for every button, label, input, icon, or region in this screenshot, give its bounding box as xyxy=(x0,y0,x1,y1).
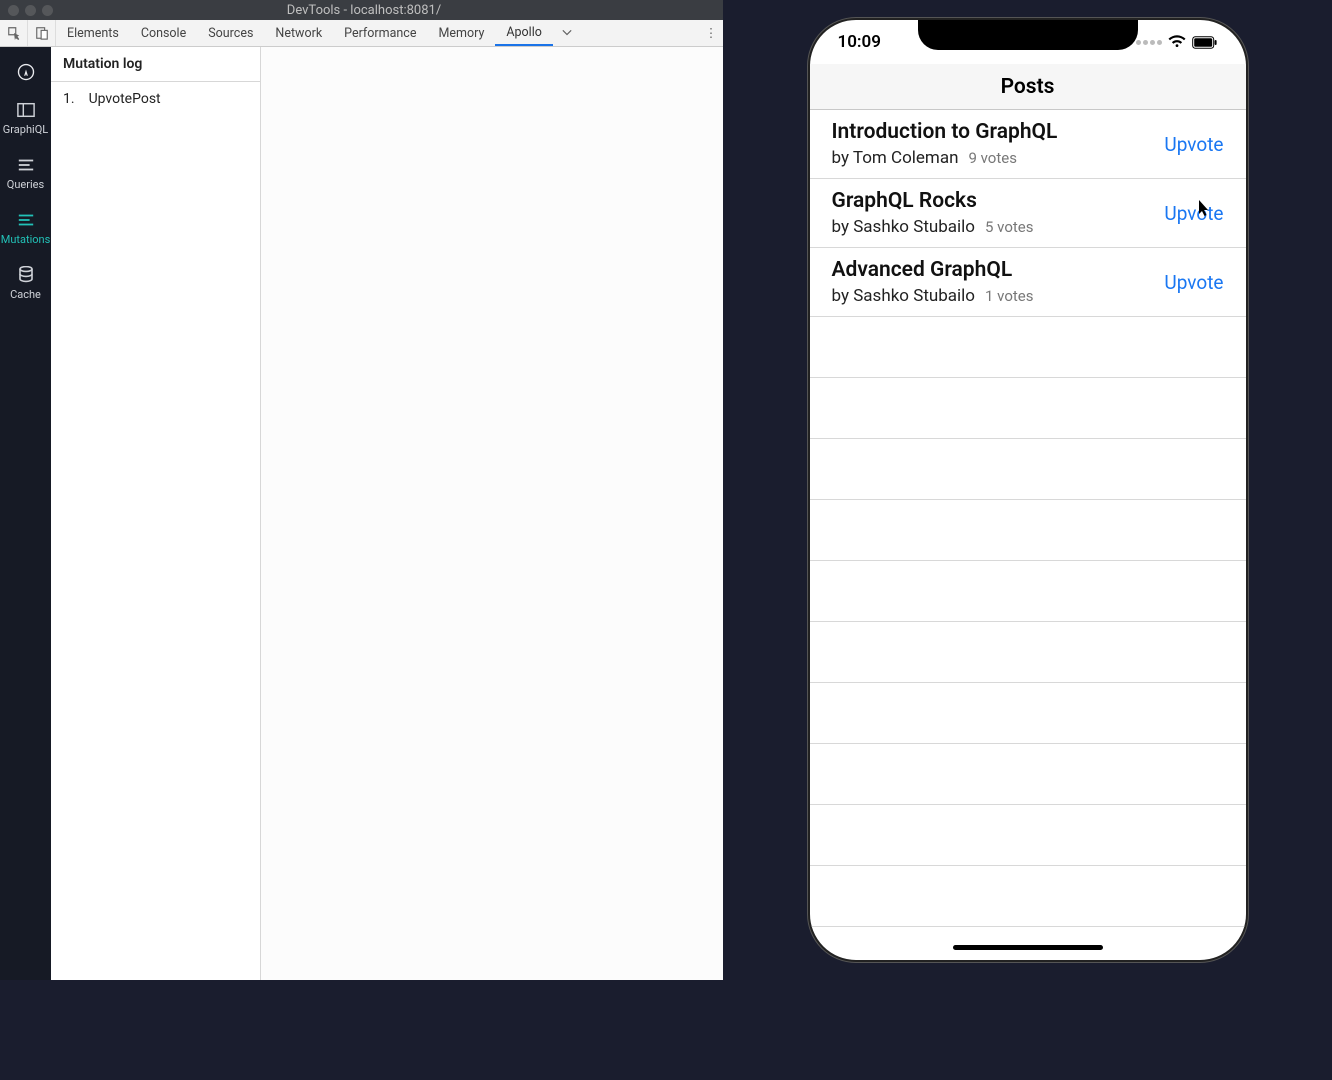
database-icon xyxy=(16,266,36,284)
empty-row xyxy=(810,378,1246,439)
post-subline: by Sashko Stubailo 5 votes xyxy=(832,217,1034,237)
tab-elements[interactable]: Elements xyxy=(56,20,130,46)
post-votes: 5 votes xyxy=(985,218,1033,236)
kebab-menu-icon[interactable]: ⋮ xyxy=(699,20,723,46)
post-votes: 9 votes xyxy=(968,149,1016,167)
phone-frame: 10:09 Posts Introduction to GraphQLby To xyxy=(808,18,1248,962)
signal-icon xyxy=(1136,40,1162,45)
post-title: GraphQL Rocks xyxy=(832,189,1034,213)
devtools-window: DevTools - localhost:8081/ Elements Cons… xyxy=(0,0,723,980)
simulator-area: 10:09 Posts Introduction to GraphQLby To xyxy=(723,0,1332,1080)
tabs-overflow-icon[interactable] xyxy=(553,20,581,46)
post-votes: 1 votes xyxy=(985,287,1033,305)
post-author: by Sashko Stubailo xyxy=(832,217,976,237)
post-subline: by Sashko Stubailo 1 votes xyxy=(832,286,1034,306)
traffic-lights[interactable] xyxy=(8,5,53,16)
tab-memory[interactable]: Memory xyxy=(427,20,495,46)
mutation-log-list: Mutation log 1. UpvotePost xyxy=(51,47,261,980)
status-time: 10:09 xyxy=(838,32,881,52)
empty-row xyxy=(810,622,1246,683)
sidebar-label: Queries xyxy=(7,178,44,191)
mutation-detail-pane xyxy=(261,47,723,980)
empty-row xyxy=(810,561,1246,622)
sidebar-label: Mutations xyxy=(1,233,51,246)
post-subline: by Tom Coleman 9 votes xyxy=(832,148,1058,168)
apollo-content: Mutation log 1. UpvotePost xyxy=(51,47,723,980)
phone-navbar: Posts xyxy=(810,64,1246,110)
apollo-logo-icon[interactable] xyxy=(0,53,51,87)
sidebar-label: GraphiQL xyxy=(3,123,48,136)
nav-title: Posts xyxy=(1001,75,1055,99)
empty-row xyxy=(810,439,1246,500)
empty-row xyxy=(810,927,1246,930)
upvote-button[interactable]: Upvote xyxy=(1164,271,1223,294)
post-row[interactable]: Introduction to GraphQL by Tom Coleman 9 v… xyxy=(810,110,1246,179)
phone-notch xyxy=(918,20,1138,50)
mutation-name: UpvotePost xyxy=(89,91,161,107)
empty-row xyxy=(810,866,1246,927)
lines-icon xyxy=(16,211,36,229)
upvote-button[interactable]: Upvote xyxy=(1164,202,1223,225)
upvote-button[interactable]: Upvote xyxy=(1164,133,1223,156)
wifi-icon xyxy=(1168,35,1186,49)
sidebar-item-graphiql[interactable]: GraphiQL xyxy=(0,91,51,142)
empty-row xyxy=(810,500,1246,561)
tab-console[interactable]: Console xyxy=(130,20,197,46)
empty-row xyxy=(810,317,1246,378)
post-title: Advanced GraphQL xyxy=(832,258,1034,282)
post-author: by Sashko Stubailo xyxy=(832,286,976,306)
inspect-icon[interactable] xyxy=(0,20,28,46)
lines-icon xyxy=(16,156,36,174)
sidebar-label: Cache xyxy=(10,288,41,301)
window-titlebar: DevTools - localhost:8081/ xyxy=(0,0,723,20)
tab-network[interactable]: Network xyxy=(264,20,333,46)
device-toggle-icon[interactable] xyxy=(28,20,56,46)
sidebar-item-cache[interactable]: Cache xyxy=(0,256,51,307)
mutation-index: 1. xyxy=(63,91,75,107)
tab-apollo[interactable]: Apollo xyxy=(495,20,553,46)
posts-list[interactable]: Introduction to GraphQL by Tom Coleman 9 v… xyxy=(810,110,1246,930)
sidebar-item-queries[interactable]: Queries xyxy=(0,146,51,197)
tab-sources[interactable]: Sources xyxy=(197,20,264,46)
panel-icon xyxy=(16,101,36,119)
apollo-panel: GraphiQL Queries Mutations xyxy=(0,47,723,980)
empty-row xyxy=(810,744,1246,805)
mutation-log-header: Mutation log xyxy=(51,47,260,82)
home-indicator[interactable] xyxy=(953,945,1103,950)
tab-performance[interactable]: Performance xyxy=(333,20,427,46)
mutation-row[interactable]: 1. UpvotePost xyxy=(51,82,260,116)
post-row[interactable]: Advanced GraphQL by Sashko Stubailo 1 vote… xyxy=(810,248,1246,317)
apollo-sidebar: GraphiQL Queries Mutations xyxy=(0,47,51,980)
post-title: Introduction to GraphQL xyxy=(832,120,1058,144)
post-row[interactable]: GraphQL Rocks by Sashko Stubailo 5 votes Up… xyxy=(810,179,1246,248)
empty-row xyxy=(810,683,1246,744)
devtools-tabbar: Elements Console Sources Network Perform… xyxy=(0,20,723,47)
sidebar-item-mutations[interactable]: Mutations xyxy=(0,201,51,252)
battery-icon xyxy=(1192,36,1218,49)
window-title: DevTools - localhost:8081/ xyxy=(59,3,669,18)
empty-row xyxy=(810,805,1246,866)
post-author: by Tom Coleman xyxy=(832,148,959,168)
